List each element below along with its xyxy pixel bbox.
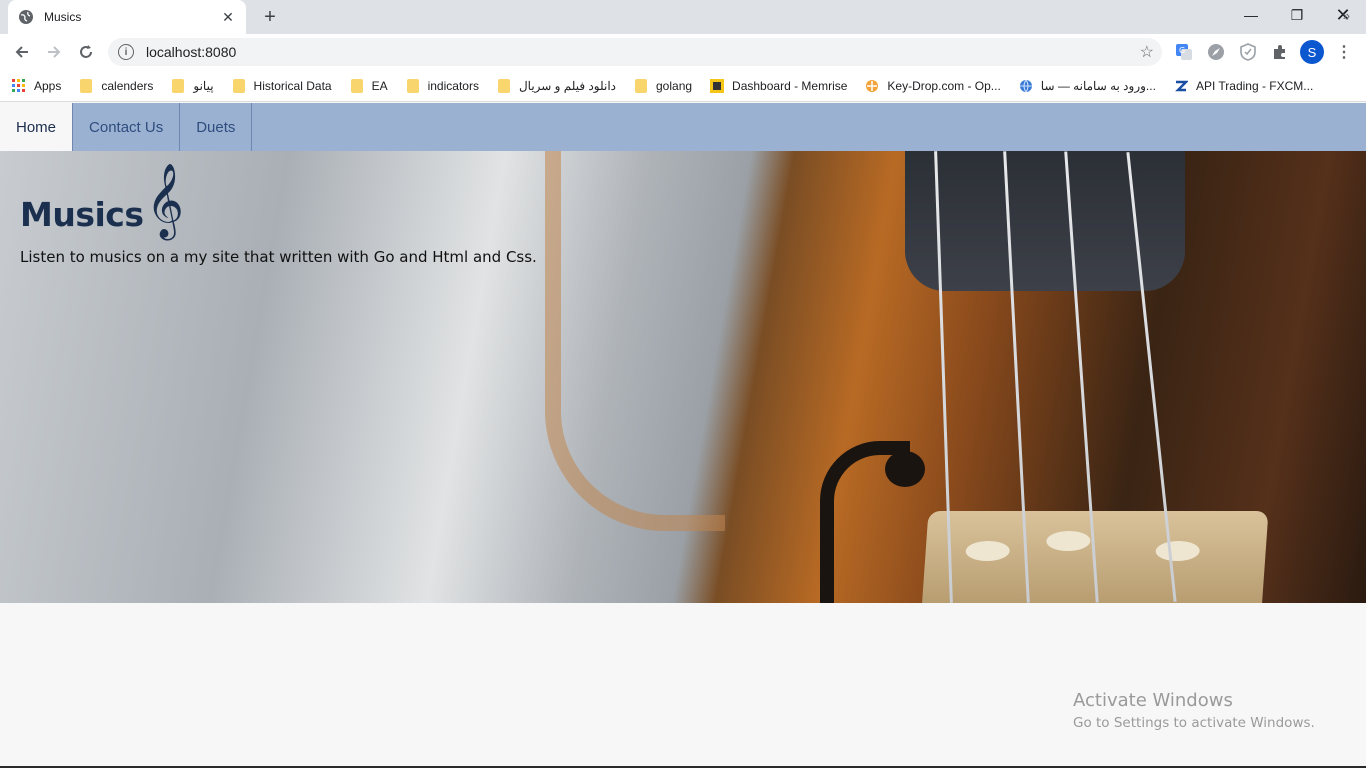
watermark-subtitle: Go to Settings to activate Windows. [1073, 715, 1315, 731]
folder-icon [79, 78, 93, 93]
bookmark-item[interactable]: Historical Data [232, 78, 332, 93]
bookmark-item[interactable]: EA [350, 78, 388, 93]
translate-extension-icon[interactable]: G [1174, 42, 1194, 62]
bridge-cutout [1155, 541, 1201, 561]
address-bar[interactable]: i localhost:8080 ☆ [108, 38, 1162, 66]
hero-title: Musics [20, 195, 144, 234]
site-info-icon[interactable]: i [118, 44, 134, 60]
bookmark-label: دانلود فیلم و سریال [518, 78, 616, 93]
hero-banner: Musics 𝄞 Listen to musics on a my site t… [0, 151, 1366, 603]
bookmark-label: پیانو [193, 78, 214, 93]
bookmark-label: golang [656, 78, 693, 93]
menu-kebab-icon[interactable]: ⋮ [1334, 42, 1354, 62]
back-icon[interactable] [8, 38, 36, 66]
violin-body-curve [545, 151, 725, 531]
memrise-icon [710, 78, 725, 93]
bookmark-item[interactable]: indicators [406, 78, 479, 93]
bookmark-label: calenders [101, 78, 154, 93]
browser-toolbar: i localhost:8080 ☆ G S ⋮ [0, 34, 1366, 70]
folder-icon [350, 78, 364, 93]
minimize-button[interactable]: — [1228, 0, 1274, 30]
bookmark-item[interactable]: API Trading - FXCM... [1174, 79, 1313, 93]
bookmark-star-icon[interactable]: ☆ [1140, 42, 1154, 62]
folder-icon [634, 78, 648, 93]
nav-link-home[interactable]: Home [0, 103, 74, 151]
compass-extension-icon[interactable] [1206, 42, 1226, 62]
browser-tab[interactable]: Musics ✕ [8, 0, 246, 34]
treble-clef-icon: 𝄞 [146, 164, 184, 238]
bookmark-item[interactable]: Apps [12, 78, 62, 93]
tab-strip: Musics ✕ + — ❐ ✕ [0, 0, 1366, 34]
nav-link-duets[interactable]: Duets [180, 103, 253, 151]
reload-icon[interactable] [72, 38, 100, 66]
bookmarks-bar: Apps calenders پیانو Historical Data EA indic… [0, 70, 1366, 102]
fxcm-icon [1174, 79, 1188, 93]
bookmark-label: EA [371, 78, 388, 93]
violin-f-hole-end [885, 451, 925, 487]
url-text: localhost:8080 [146, 44, 237, 60]
shield-extension-icon[interactable] [1238, 42, 1258, 62]
folder-icon [406, 78, 420, 93]
bookmark-label: Key-Drop.com - Op... [887, 78, 1001, 93]
bridge-cutout [1045, 531, 1092, 551]
apps-grid-icon [12, 78, 26, 93]
profile-avatar[interactable]: S [1300, 40, 1324, 64]
violin-fingerboard [905, 151, 1185, 291]
watermark-title: Activate Windows [1073, 690, 1233, 711]
bookmark-label: ورود به سامانه — سا... [1040, 78, 1156, 93]
hero-subtitle: Listen to musics on a my site that writt… [20, 248, 537, 266]
extensions-puzzle-icon[interactable] [1270, 42, 1290, 62]
activate-windows-watermark: Activate Windows Go to Settings to activ… [1073, 690, 1315, 731]
tab-close-icon[interactable]: ✕ [220, 9, 236, 25]
bookmark-label: API Trading - FXCM... [1195, 78, 1314, 93]
bookmarks-overflow-icon[interactable]: » [1343, 8, 1350, 23]
restore-button[interactable]: ❐ [1274, 0, 1320, 30]
bookmark-item[interactable]: پیانو [171, 78, 214, 93]
forward-icon[interactable] [40, 38, 68, 66]
bookmark-label: Historical Data [253, 78, 332, 93]
bookmark-item[interactable]: calenders [79, 78, 154, 93]
keydrop-icon [865, 79, 879, 93]
globe-icon [1019, 79, 1033, 93]
tab-title: Musics [44, 10, 82, 24]
svg-text:G: G [1179, 46, 1185, 55]
bridge-cutout [965, 541, 1011, 561]
folder-icon [171, 78, 185, 93]
site-nav: Home Contact Us Duets [0, 103, 1366, 151]
nav-link-contact-us[interactable]: Contact Us [73, 103, 181, 151]
bookmark-item[interactable]: Dashboard - Memrise [710, 78, 848, 93]
bookmark-item[interactable]: ورود به سامانه — سا... [1019, 79, 1156, 93]
globe-icon [18, 9, 34, 25]
bookmark-label: Apps [34, 78, 62, 93]
bookmark-item[interactable]: golang [634, 78, 693, 93]
bookmark-label: indicators [427, 78, 479, 93]
folder-icon [497, 78, 511, 93]
bookmark-label: Dashboard - Memrise [732, 78, 848, 93]
bookmark-item[interactable]: دانلود فیلم و سریال [497, 78, 616, 93]
new-tab-button[interactable]: + [258, 5, 282, 29]
folder-icon [232, 78, 246, 93]
bookmark-item[interactable]: Key-Drop.com - Op... [865, 78, 1001, 93]
